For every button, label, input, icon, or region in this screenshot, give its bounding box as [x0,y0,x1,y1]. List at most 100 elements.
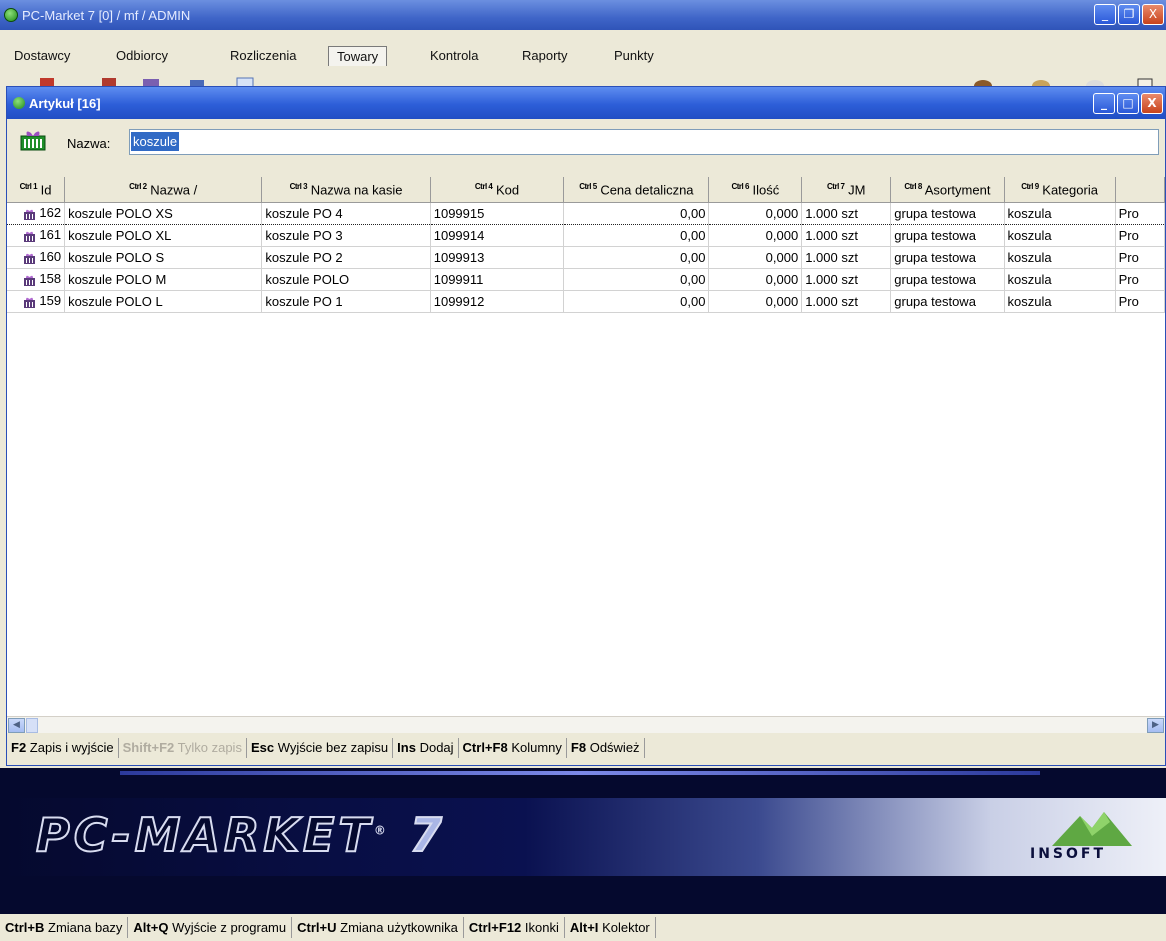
column-header-jm[interactable]: Ctrl 7 JM [801,177,892,203]
article-window: Artykuł [16] _ □ X Nazwa: koszule koszul… [6,86,1166,766]
menu-dostawcy[interactable]: Dostawcy [14,48,70,63]
cell-cena: 0,00 [563,290,710,313]
column-header-asortyment[interactable]: Ctrl 8 Asortyment [890,177,1005,203]
article-window-titlebar: Artykuł [16] _ □ X [7,87,1165,119]
cell-id: 162 [7,201,66,225]
search-input[interactable] [129,129,1159,155]
cell-nazwa: koszule POLO XL [64,224,263,247]
table-header-row: Ctrl 1 Id Ctrl 2 Nazwa / Ctrl 3 Nazwa na… [7,177,1165,203]
article-icon [24,209,36,220]
cell-ilosc: 0,000 [708,268,803,291]
shift-f2-save-only-button[interactable]: Shift+F2 Tylko zapis [119,738,247,758]
cell-jm: 1.000 szt [801,268,892,291]
table-row[interactable]: 159 koszule POLO Lkoszule PO 1 1099912 0,00… [7,290,1165,313]
menu-towary[interactable]: Towary [328,46,388,66]
menu-odbiorcy[interactable]: Odbiorcy [116,48,168,63]
cell-jm: 1.000 szt [801,224,892,247]
cell-asortyment: grupa testowa [890,246,1005,269]
icons-button[interactable]: Ctrl+F12 Ikonki [464,917,565,938]
menu-kontrola[interactable]: Kontrola [430,48,478,63]
window-logo-icon [13,97,25,109]
article-close-button[interactable]: X [1141,93,1163,114]
column-header-id[interactable]: Ctrl 1 Id [7,177,66,203]
app-window-buttons: _ ❐ X [1094,4,1164,25]
collector-button[interactable]: Alt+I Kolektor [565,917,656,938]
cell-ilosc: 0,000 [708,224,803,247]
cell-asortyment: grupa testowa [890,290,1005,313]
menu-punkty[interactable]: Punkty [614,48,654,63]
cell-kod: 1099911 [430,268,565,291]
cell-extra: Pro [1115,268,1165,291]
column-header-nazwa[interactable]: Ctrl 2 Nazwa / [64,177,263,203]
cell-cena: 0,00 [563,246,710,269]
exit-program-button[interactable]: Alt+Q Wyjście z programu [128,917,293,938]
article-icon [24,275,36,286]
insoft-logo: INSOFT [1030,846,1107,862]
change-database-button[interactable]: Ctrl+B Zmiana bazy [0,917,129,938]
scroll-thumb[interactable] [26,718,38,733]
change-user-button[interactable]: Ctrl+U Zmiana użytkownika [292,917,464,938]
app-logo-icon [4,8,18,22]
column-header-kategoria[interactable]: Ctrl 9 Kategoria [1004,177,1116,203]
insoft-mountain-icon [1052,812,1132,846]
article-minimize-button[interactable]: _ [1093,93,1115,114]
cell-kategoria: koszula [1004,246,1116,269]
article-table: Ctrl 1 Id Ctrl 2 Nazwa / Ctrl 3 Nazwa na… [7,177,1165,313]
cell-asortyment: grupa testowa [890,201,1005,225]
esc-exit-no-save-button[interactable]: Esc Wyjście bez zapisu [247,738,394,758]
application-window: PC-Market 7 [0] / mf / ADMIN _ ❐ X Dosta… [0,0,1166,941]
banner-divider [120,771,1040,775]
cell-cena: 0,00 [563,201,710,225]
table-row[interactable]: 160 koszule POLO Skoszule PO 2 1099913 0,00… [7,246,1165,269]
cell-jm: 1.000 szt [801,290,892,313]
restore-button[interactable]: ❐ [1118,4,1140,25]
cell-jm: 1.000 szt [801,201,892,225]
cell-nazwa: koszule POLO XS [64,201,263,225]
cell-id: 158 [7,268,66,291]
table-row[interactable]: 158 koszule POLO Mkoszule POLO 1099911 0,00… [7,268,1165,291]
table-row[interactable]: 161 koszule POLO XL koszule PO 3 1099914 0,0… [7,224,1165,247]
close-button[interactable]: X [1142,4,1164,25]
menu-raporty[interactable]: Raporty [522,48,568,63]
cell-asortyment: grupa testowa [890,268,1005,291]
table-row[interactable]: 162 koszule POLO XS koszule PO 4 1099915 0,0… [7,201,1165,225]
search-input-selection: koszule [131,132,180,151]
cell-extra: Pro [1115,224,1165,247]
column-header-ilosc[interactable]: Ctrl 6 Ilość [708,177,803,203]
global-shortcut-bar: Ctrl+B Zmiana bazy Alt+Q Wyjście z progr… [0,914,1166,941]
cell-extra: Pro [1115,246,1165,269]
article-icon [24,297,36,308]
scroll-left-button[interactable]: ◀ [8,718,25,733]
cell-kasa: koszule PO 2 [261,246,431,269]
horizontal-scrollbar[interactable]: ◀ ▶ [7,716,1165,733]
cell-cena: 0,00 [563,268,710,291]
scroll-right-button[interactable]: ▶ [1147,718,1164,733]
cell-nazwa: koszule POLO L [64,290,263,313]
cell-kategoria: koszula [1004,224,1116,247]
cell-kod: 1099912 [430,290,565,313]
gift-box-icon [20,131,46,151]
column-header-extra[interactable] [1115,177,1165,203]
cell-kod: 1099914 [430,224,565,247]
f8-refresh-button[interactable]: F8 Odśwież [567,738,645,758]
f2-save-exit-button[interactable]: F2 Zapis i wyjście [7,738,119,758]
cell-nazwa: koszule POLO S [64,246,263,269]
ctrl-f8-columns-button[interactable]: Ctrl+F8 Kolumny [459,738,567,758]
ins-add-button[interactable]: Ins Dodaj [393,738,459,758]
article-grid: Ctrl 1 Id Ctrl 2 Nazwa / Ctrl 3 Nazwa na… [7,177,1165,720]
cell-id: 161 [7,224,66,247]
column-header-cena-detaliczna[interactable]: Ctrl 5 Cena detaliczna [563,177,710,203]
cell-cena: 0,00 [563,224,710,247]
minimize-button[interactable]: _ [1094,4,1116,25]
cell-nazwa: koszule POLO M [64,268,263,291]
article-maximize-button[interactable]: □ [1117,93,1139,114]
menu-rozliczenia[interactable]: Rozliczenia [230,48,296,63]
column-header-kod[interactable]: Ctrl 4 Kod [430,177,565,203]
brand-banner: PC-MARKET® 7 INSOFT [0,768,1166,914]
function-key-bar: F2 Zapis i wyjście Shift+F2 Tylko zapis … [7,737,645,759]
article-icon [24,231,36,242]
column-header-nazwa-na-kasie[interactable]: Ctrl 3 Nazwa na kasie [261,177,431,203]
cell-ilosc: 0,000 [708,246,803,269]
pc-market-logo: PC-MARKET® 7 [35,807,446,863]
search-bar: Nazwa: koszule [7,119,1165,159]
